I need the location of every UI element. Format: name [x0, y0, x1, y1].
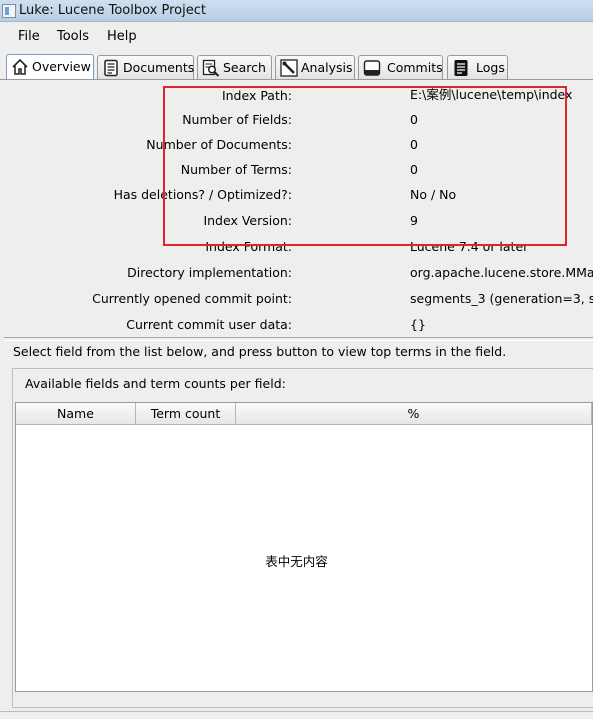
title-bar: Luke: Lucene Toolbox Project — [0, 0, 593, 22]
home-icon — [12, 58, 28, 75]
commit-user-data-label: Current commit user data: — [126, 317, 292, 332]
tab-commits[interactable]: Commits — [358, 55, 443, 79]
tab-search[interactable]: Search — [197, 55, 272, 79]
tab-commits-label: Commits — [387, 60, 443, 75]
log-icon — [454, 60, 468, 76]
commit-point-label: Currently opened commit point: — [92, 291, 292, 306]
menu-help[interactable]: Help — [107, 29, 137, 44]
tab-overview[interactable]: Overview — [6, 54, 94, 80]
tab-overview-label: Overview — [32, 59, 91, 74]
app-icon — [2, 4, 16, 18]
column-header-term-count[interactable]: Term count — [136, 403, 236, 425]
tab-documents[interactable]: Documents — [97, 55, 194, 79]
disk-icon — [363, 60, 381, 76]
tab-analysis-label: Analysis — [301, 60, 353, 75]
status-divider — [0, 711, 593, 712]
tab-documents-label: Documents — [123, 60, 195, 75]
table-empty-message: 表中无内容 — [265, 554, 328, 569]
window-title: Luke: Lucene Toolbox Project — [19, 3, 206, 18]
menu-bar: File Tools Help — [0, 23, 593, 50]
tab-logs[interactable]: Logs — [447, 55, 508, 79]
tab-divider — [0, 79, 593, 80]
directory-implementation-label: Directory implementation: — [127, 265, 292, 280]
search-icon — [202, 59, 220, 77]
fields-table[interactable] — [15, 402, 593, 692]
highlight-box — [163, 86, 567, 246]
column-header-name[interactable]: Name — [16, 403, 136, 425]
analysis-icon — [280, 59, 298, 77]
tab-logs-label: Logs — [476, 60, 505, 75]
instruction-text: Select field from the list below, and pr… — [13, 344, 507, 359]
menu-file[interactable]: File — [18, 29, 40, 44]
tab-analysis[interactable]: Analysis — [275, 55, 355, 79]
document-icon — [104, 59, 118, 77]
column-header-percent[interactable]: % — [236, 403, 592, 425]
commit-user-data-value: {} — [410, 317, 426, 332]
directory-implementation-value: org.apache.lucene.store.MMapD — [410, 265, 593, 280]
tab-search-label: Search — [223, 60, 266, 75]
divider — [4, 337, 593, 341]
fields-panel-title: Available fields and term counts per fie… — [25, 376, 286, 391]
menu-tools[interactable]: Tools — [57, 29, 89, 44]
commit-point-value: segments_3 (generation=3, seg — [410, 291, 593, 306]
